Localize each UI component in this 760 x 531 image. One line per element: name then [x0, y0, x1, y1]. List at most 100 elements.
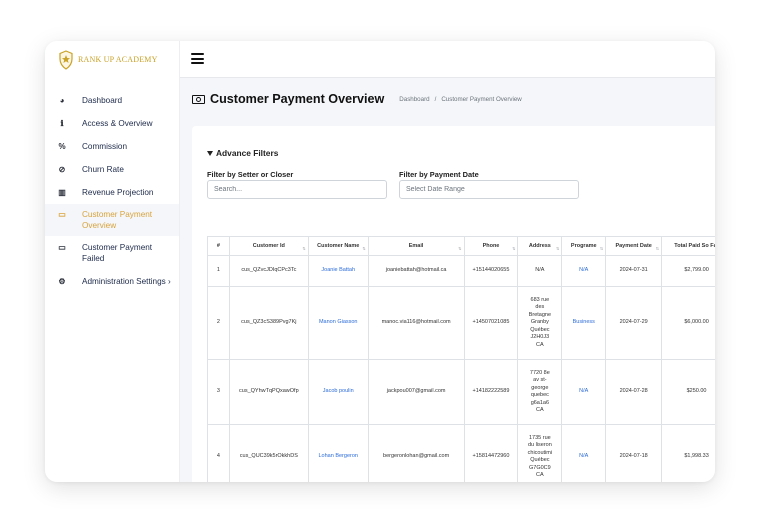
table-body: 1 cus_QZvcJDIqCPc3Tc Joanie Battah joanieba…: [207, 255, 715, 482]
breadcrumb-dashboard-link[interactable]: Dashboard: [399, 96, 429, 103]
cell-name[interactable]: Jacob poulin: [307, 359, 369, 425]
column-header-label: Customer Id: [252, 243, 285, 249]
app-window: RANK UP ACADEMY ◕ Dashboard ℹ Access & Over…: [45, 41, 715, 482]
cell-address: 1735 rue du liseron chicoutimi Québec G7…: [517, 424, 563, 482]
cell-program[interactable]: N/A: [561, 424, 607, 482]
cell-address: 683 rue des Bretagne Granby Québec J2H0J…: [517, 286, 563, 360]
page-header: Customer Payment Overview Dashboard / Cu…: [192, 92, 522, 106]
sidebar-item-churn-rate[interactable]: ⊘ Churn Rate: [45, 158, 179, 181]
setter-search-input[interactable]: [207, 180, 387, 199]
content-card: Advance Filters Filter by Setter or Clos…: [192, 126, 715, 482]
sort-arrows-icon: ⇅: [512, 246, 516, 251]
sidebar-item-label: Dashboard: [82, 96, 123, 105]
sort-arrows-icon: ⇅: [458, 246, 462, 251]
table-row[interactable]: 2 cus_QZ3cS389Pvg7Kj Manon Giasson manoc.vi…: [207, 286, 715, 360]
breadcrumb-separator: /: [434, 95, 437, 103]
date-filter-label: Filter by Payment Date: [399, 170, 479, 179]
filter-title-text: Advance Filters: [216, 148, 279, 158]
cell-name[interactable]: Manon Giasson: [307, 286, 369, 360]
shield-logo-icon: [59, 49, 73, 70]
cell-email: jackpou007@gmail.com: [367, 359, 465, 425]
sort-arrows-icon: ⇅: [655, 246, 660, 251]
table-row[interactable]: 3 cus_QYhwTqPQxawOfp Jacob poulin jackpou00…: [207, 359, 715, 425]
column-header-label: #: [216, 243, 220, 249]
cell-total: $6,000.00: [661, 286, 715, 360]
column-header[interactable]: Customer Id ⇅: [228, 236, 309, 256]
cell-total: $250.00: [661, 359, 715, 425]
cell-total: $2,799.00: [661, 255, 715, 287]
column-header-label: Customer Name: [317, 243, 360, 249]
cell-address: N/A: [517, 255, 563, 287]
info-icon: ℹ: [60, 119, 64, 128]
cell-email: manoc.via116@hotmail.com: [367, 286, 465, 360]
payments-table: # Customer Id ⇅ Customer Name ⇅ Email ⇅ Phone ⇅ A…: [207, 236, 715, 482]
sidebar: RANK UP ACADEMY ◕ Dashboard ℹ Access & Over…: [45, 41, 180, 482]
sidebar-item-revenue-projection[interactable]: ▥ Revenue Projection: [45, 181, 179, 204]
cell-id: cus_QUC39k5rOkkhDS: [228, 424, 309, 482]
cell-date: 2024-07-28: [605, 359, 663, 425]
menu-toggle-icon[interactable]: [191, 53, 204, 64]
sidebar-item-label: Revenue Projection: [82, 188, 154, 197]
cell-phone: +14507021085: [463, 286, 519, 360]
table-row[interactable]: 4 cus_QUC39k5rOkkhDS Lohan Bergeron bergero…: [207, 424, 715, 482]
setter-filter-label: Filter by Setter or Closer: [207, 170, 294, 179]
sidebar-item-administration-settings[interactable]: ⚙ Administration Settings ›: [45, 270, 179, 293]
column-header-label: Phone: [482, 243, 500, 249]
sidebar-item-customer-payment-overview[interactable]: ▭ Customer Payment Overview: [45, 204, 179, 236]
sidebar-item-label: Administration Settings ›: [82, 277, 171, 286]
cell-id: cus_QZ3cS389Pvg7Kj: [228, 286, 309, 360]
money-bill-icon: ▭: [58, 210, 66, 219]
column-header[interactable]: Phone ⇅: [463, 236, 519, 256]
column-header[interactable]: #: [207, 236, 230, 256]
money-bill-icon: ▭: [58, 243, 66, 252]
sidebar-item-label: Customer Payment Failed: [82, 243, 153, 263]
date-range-input[interactable]: [399, 180, 579, 199]
sidebar-item-commission[interactable]: % Commission: [45, 135, 179, 158]
cell-program[interactable]: N/A: [561, 255, 607, 287]
bar-chart-icon: ▥: [58, 188, 66, 197]
sort-arrows-icon: ⇅: [302, 246, 306, 251]
sidebar-item-customer-payment-failed[interactable]: ▭ Customer Payment Failed: [45, 236, 179, 270]
sidebar-item-label: Churn Rate: [82, 165, 124, 174]
tachometer-icon: ◕: [59, 96, 65, 105]
column-header[interactable]: Programe ⇅: [561, 236, 607, 256]
breadcrumb-current: Customer Payment Overview: [441, 95, 522, 103]
filter-icon: [207, 150, 213, 156]
cogs-icon: ⚙: [58, 277, 66, 286]
column-header[interactable]: Payment Date ⇅: [605, 236, 663, 256]
money-bill-icon: [192, 94, 205, 104]
sort-arrows-icon: ⇅: [599, 246, 604, 251]
cell-name[interactable]: Lohan Bergeron: [307, 424, 369, 482]
sidebar-item-label: Access & Overview: [82, 119, 153, 128]
cell-total: $1,998.33: [661, 424, 715, 482]
column-header-label: Payment Date: [615, 243, 652, 249]
breadcrumb: Dashboard / Customer Payment Overview: [399, 96, 521, 103]
sort-arrows-icon: ⇅: [555, 246, 560, 251]
table-row[interactable]: 1 cus_QZvcJDIqCPc3Tc Joanie Battah joanieba…: [207, 255, 715, 287]
cell-address: 7720 8e av st- george quebec g6a1a6 CA: [517, 359, 563, 425]
top-bar: [180, 41, 715, 78]
cell-id: cus_QYhwTqPQxawOfp: [228, 359, 309, 425]
cell-date: 2024-07-29: [605, 286, 663, 360]
cell-n: 2: [207, 286, 230, 360]
cell-email: joaniebattah@hotmail.ca: [367, 255, 465, 287]
cell-n: 1: [207, 255, 230, 287]
cell-id: cus_QZvcJDIqCPc3Tc: [228, 255, 309, 287]
sidebar-item-access-overview[interactable]: ℹ Access & Overview: [45, 112, 179, 135]
column-header-label: Total Paid So Far: [674, 243, 715, 249]
column-header[interactable]: Address ⇅: [517, 236, 563, 256]
column-header-label: Address: [528, 243, 551, 249]
column-header[interactable]: Email ⇅: [367, 236, 465, 256]
sidebar-item-label: Commission: [82, 142, 128, 151]
cell-program[interactable]: N/A: [561, 359, 607, 425]
sidebar-nav: ◕ Dashboard ℹ Access & Overview % Commission ⊘…: [45, 89, 179, 293]
cell-n: 4: [207, 424, 230, 482]
sidebar-item-dashboard[interactable]: ◕ Dashboard: [45, 89, 179, 112]
cell-program[interactable]: Business: [561, 286, 607, 360]
column-header[interactable]: Total Paid So Far⇅: [661, 236, 715, 256]
cell-phone: +14182222589: [463, 359, 519, 425]
column-header[interactable]: Customer Name ⇅: [307, 236, 369, 256]
cell-name[interactable]: Joanie Battah: [307, 255, 369, 287]
cell-date: 2024-07-31: [605, 255, 663, 287]
brand-logo[interactable]: RANK UP ACADEMY: [45, 41, 179, 78]
